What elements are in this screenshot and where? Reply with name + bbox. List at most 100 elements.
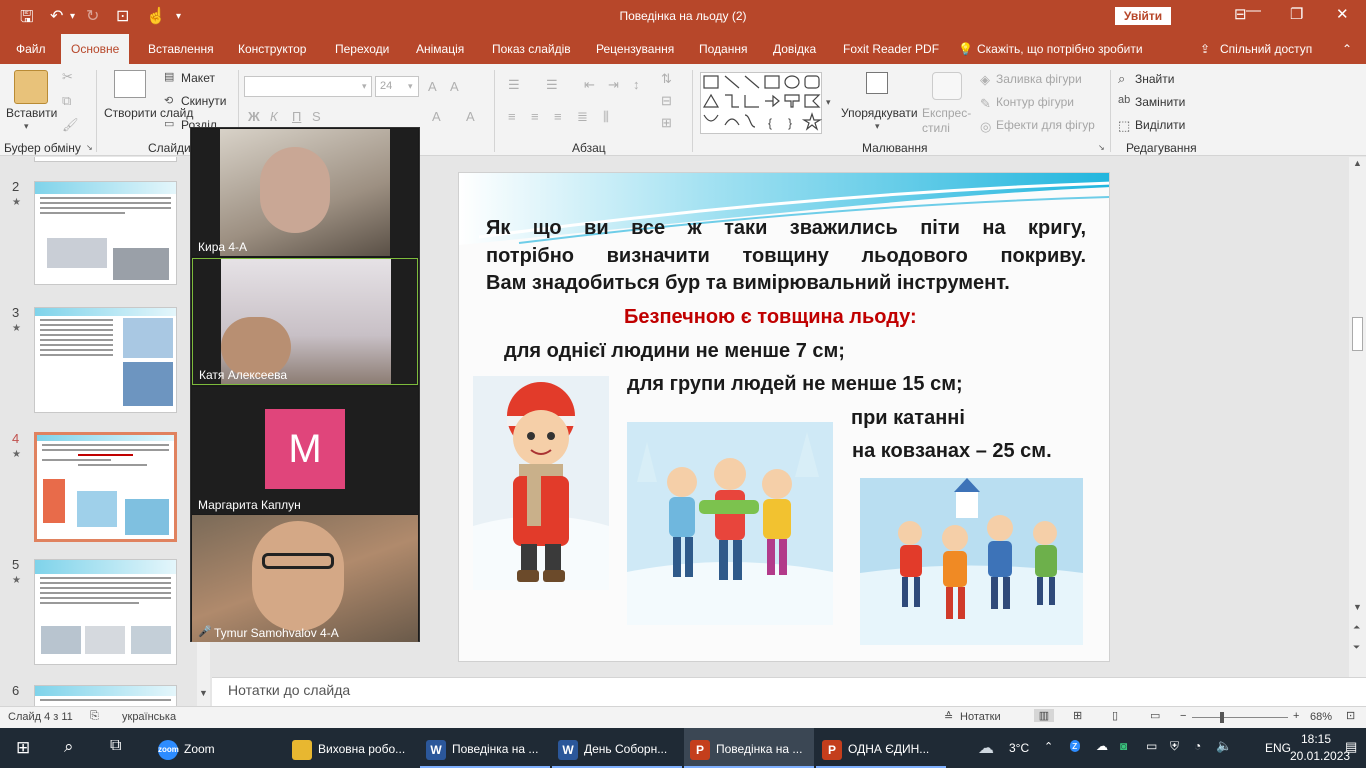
slide-item-group[interactable]: для групи людей не менше 15 см; [627,373,963,396]
spellcheck-icon[interactable]: ⎘ [90,710,99,723]
paste-icon[interactable] [14,70,48,104]
tab-help[interactable]: Довідка [773,42,816,56]
slide-thumbnails-pane[interactable]: 2 ★ 3 ★ 4 ★ 5 ★ 6 ▼ [0,157,210,706]
editor-scrollbar[interactable]: ▲ ▼ ⏶ ⏷ [1349,157,1366,677]
reset-button[interactable]: Скинути [181,94,226,108]
slide-thumbnail[interactable] [34,157,177,162]
tab-insert[interactable]: Вставлення [148,42,214,56]
select-button[interactable]: Виділити [1135,118,1185,132]
italic-button[interactable]: К [270,110,278,123]
tab-transitions[interactable]: Переходи [335,42,389,56]
layout-button[interactable]: Макет [181,71,215,85]
notes-placeholder[interactable]: Нотатки до слайда [228,682,350,698]
tray-battery-icon[interactable]: ▭ [1146,739,1157,753]
zoom-out-icon[interactable]: − [1180,710,1186,722]
justify-icon[interactable]: ≣ [577,110,588,123]
windows-start-icon[interactable]: ⊞ [16,738,30,758]
language-indicator[interactable]: українська [122,711,176,723]
zoom-slider[interactable] [1192,717,1288,718]
align-left-icon[interactable]: ≡ [508,110,516,123]
notes-icon[interactable]: ≙ [944,710,953,723]
clock-date[interactable]: 20.01.2023 [1290,749,1350,763]
shape-outline-icon[interactable]: ✎ [980,97,991,110]
shape-outline-button[interactable]: Контур фігури [996,95,1074,109]
close-icon[interactable]: ✕ [1336,5,1349,23]
shape-effects-button[interactable]: Ефекти для фігур [996,118,1095,132]
clock-time[interactable]: 18:15 [1301,732,1331,746]
participant-video-tile-active[interactable]: Катя Алексеева [192,258,418,385]
share-button[interactable]: Спільний доступ [1220,42,1312,56]
quick-styles-button[interactable]: Експрес-стилі [922,106,976,136]
new-slide-icon[interactable] [114,70,146,98]
search-icon[interactable]: ⌕ [64,737,74,757]
scroll-thumb[interactable] [1352,317,1363,351]
scroll-up-icon[interactable]: ▲ [1353,159,1362,168]
zoom-gallery-panel[interactable]: Кира 4-А Катя Алексеева M Маргарита Капл… [190,127,420,642]
reading-view-icon[interactable]: ▯ [1112,709,1118,722]
notifications-icon[interactable]: ▤ [1345,739,1357,755]
slideshow-icon[interactable]: ▭ [1150,709,1160,722]
replace-button[interactable]: Замінити [1135,95,1185,109]
zoom-slider-thumb[interactable] [1220,712,1224,723]
task-view-icon[interactable]: ⧉ [110,737,121,755]
format-painter-icon[interactable]: 🖌 [62,118,79,131]
weather-cloud-icon[interactable]: ☁ [978,738,994,758]
drawing-launcher-icon[interactable]: ↘ [1098,144,1105,152]
zoom-in-icon[interactable]: + [1293,710,1299,722]
slide-thumbnail[interactable] [34,181,177,285]
fit-slide-icon[interactable]: ⊡ [1346,709,1355,722]
tab-view[interactable]: Подання [699,42,747,56]
decrease-font-icon[interactable]: A [450,80,459,93]
numbering-icon[interactable]: ☰ [546,78,558,91]
slide-paragraph-line[interactable]: Як що ви все ж таки зважились піти на кр… [486,217,1086,240]
arrange-button[interactable]: Упорядкувати [841,106,918,120]
slide-item-one-person[interactable]: для однієї людини не менше 7 см; [504,340,845,363]
slide-paragraph-line[interactable]: Вам знадобиться бур та вимірювальний інс… [486,272,1086,295]
notes-pane[interactable]: Нотатки до слайда [212,677,1366,706]
columns-icon[interactable]: ⫼ [603,110,609,123]
slide-item-skating-b[interactable]: на ковзанах – 25 см. [852,440,1052,463]
slide-thumbnail[interactable] [34,559,177,665]
copy-icon[interactable]: ⧉ [62,94,71,107]
line-spacing-icon[interactable]: ↕ [633,78,640,91]
participant-video-tile[interactable]: 🎤 Tymur Samohvalov 4-A [192,515,418,642]
tray-overflow-icon[interactable]: ⌃ [1044,740,1053,753]
tab-foxit[interactable]: Foxit Reader PDF [843,42,939,56]
align-center-icon[interactable]: ≡ [531,110,539,123]
previous-slide-icon[interactable]: ⏶ [1353,623,1360,632]
clipboard-launcher-icon[interactable]: ↘ [86,144,93,152]
tab-review[interactable]: Рецензування [596,42,674,56]
smartart-icon[interactable]: ⊞ [661,116,672,129]
volume-icon[interactable]: 🔈 [1216,738,1232,754]
font-size-dropdown-icon[interactable]: ▾ [408,82,413,91]
font-name-dropdown-icon[interactable]: ▾ [362,82,367,91]
scroll-down-icon[interactable]: ▼ [199,689,208,698]
scroll-down-icon[interactable]: ▼ [1353,603,1362,612]
weather-temperature[interactable]: 3°C [1009,741,1029,755]
slide-canvas[interactable]: Як що ви все ж таки зважились піти на кр… [458,172,1110,662]
taskbar-app-word[interactable]: W Поведінка на ... [420,728,550,768]
tab-home[interactable]: Основне [61,34,130,64]
taskbar-app-powerpoint-active[interactable]: P Поведінка на ... [684,728,814,768]
tell-me-search[interactable]: Скажіть, що потрібно зробити [977,42,1143,56]
taskbar-app-word[interactable]: W День Соборн... [552,728,682,768]
slide-paragraph-line[interactable]: потрібно визначити товщину льодового пок… [486,245,1086,268]
increase-indent-icon[interactable]: ⇥ [608,78,619,91]
align-right-icon[interactable]: ≡ [554,110,562,123]
slide-sorter-icon[interactable]: ⊞ [1073,709,1082,722]
taskbar-app-powerpoint[interactable]: P ОДНА ЄДИН... [816,728,946,768]
increase-font-icon[interactable]: A [428,80,437,93]
taskbar-app-explorer[interactable]: Виховна робо... [286,728,416,768]
normal-view-icon[interactable]: ▥ [1034,709,1054,722]
restore-icon[interactable]: ❐ [1290,5,1303,23]
zoom-level[interactable]: 68% [1310,711,1332,723]
decrease-indent-icon[interactable]: ⇤ [584,78,595,91]
tray-app-icon[interactable]: ◙ [1120,739,1127,753]
font-color-icon[interactable]: A [432,110,441,123]
participant-avatar-tile[interactable]: M Маргарита Каплун [192,387,418,514]
cut-icon[interactable]: ✂ [62,70,73,83]
shapes-more-icon[interactable]: ▾ [826,98,831,107]
taskbar-app-zoom[interactable]: zoom Zoom [150,728,280,768]
share-icon[interactable]: ⇪ [1200,42,1210,56]
arrange-dropdown-icon[interactable]: ▾ [875,122,880,131]
